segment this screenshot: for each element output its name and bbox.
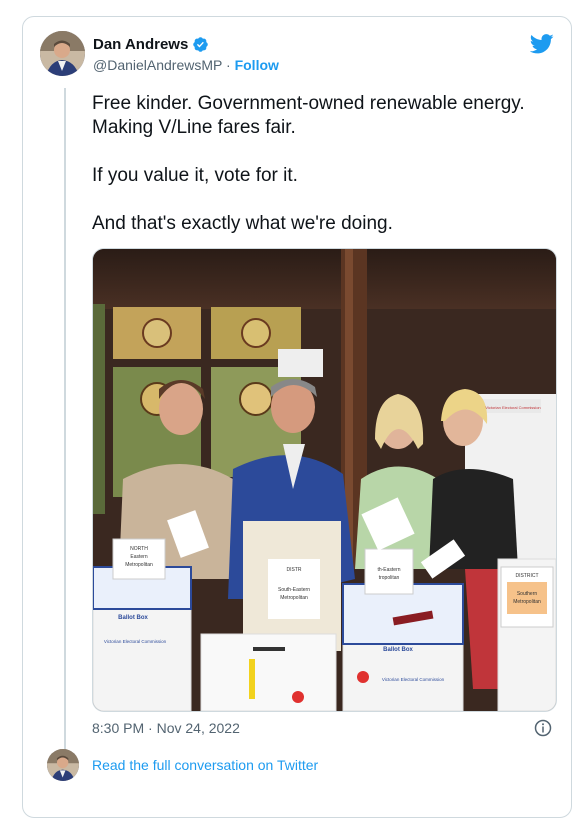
photo-left-box-org: Victorian Electoral Commission	[104, 639, 167, 644]
author-name[interactable]: Dan Andrews	[93, 36, 188, 53]
photo-right-box-label-1: DISTRICT	[515, 573, 538, 579]
tweet-photo-image: NORTH Eastern Metropolitan Ballot Box Vi…	[93, 249, 556, 711]
photo-right-center-box-label-1: th-Eastern	[377, 567, 400, 573]
tweet-text: Free kinder. Government-owned renewable …	[92, 92, 562, 236]
photo-left-box-label-3: Metropolitan	[125, 562, 153, 568]
tweet-card: Dan Andrews @DanielAndrewsMP · Follow Fr…	[22, 16, 572, 818]
separator-dot: ·	[226, 57, 231, 73]
info-icon[interactable]	[534, 719, 552, 737]
thread-line	[64, 88, 66, 755]
photo-left-box-label-2: Eastern	[130, 554, 147, 560]
author-avatar[interactable]	[40, 31, 85, 76]
tweet-line-2: If you value it, vote for it.	[92, 165, 298, 186]
photo-left-box-label-1: NORTH	[130, 546, 148, 552]
read-full-conversation-link[interactable]: Read the full conversation on Twitter	[92, 757, 318, 773]
tweet-timestamp[interactable]: 8:30 PM · Nov 24, 2022	[92, 720, 240, 736]
author-handle-row: @DanielAndrewsMP · Follow	[93, 57, 279, 73]
photo-center-box-label-2: South-Eastern	[278, 587, 310, 593]
photo-center-front-footer: Ballot Box	[383, 647, 413, 653]
footer-avatar[interactable]	[47, 749, 79, 781]
photo-left-box-footer: Ballot Box	[118, 615, 148, 621]
tweet-photo[interactable]: NORTH Eastern Metropolitan Ballot Box Vi…	[92, 248, 557, 712]
author-handle[interactable]: @DanielAndrewsMP	[93, 57, 222, 73]
tweet-line-3: And that's exactly what we're doing.	[92, 213, 393, 234]
verified-badge-icon	[193, 37, 209, 52]
photo-center-box-label-3: Metropolitan	[280, 595, 308, 601]
photo-center-box-label-1: DISTR	[287, 567, 302, 573]
photo-back-box-org: Victorian Electoral Commission	[485, 405, 540, 410]
twitter-bird-icon[interactable]	[530, 34, 554, 54]
tweet-line-1: Free kinder. Government-owned renewable …	[92, 93, 525, 138]
photo-right-box-label-3: Metropolitan	[513, 599, 541, 605]
photo-center-front-org: Victorian Electoral Commission	[382, 677, 445, 682]
photo-right-center-box-label-2: tropolitan	[379, 575, 400, 581]
follow-button[interactable]: Follow	[235, 57, 279, 73]
author-name-row: Dan Andrews	[93, 36, 209, 53]
photo-right-box-label-2: Southern	[517, 591, 538, 597]
